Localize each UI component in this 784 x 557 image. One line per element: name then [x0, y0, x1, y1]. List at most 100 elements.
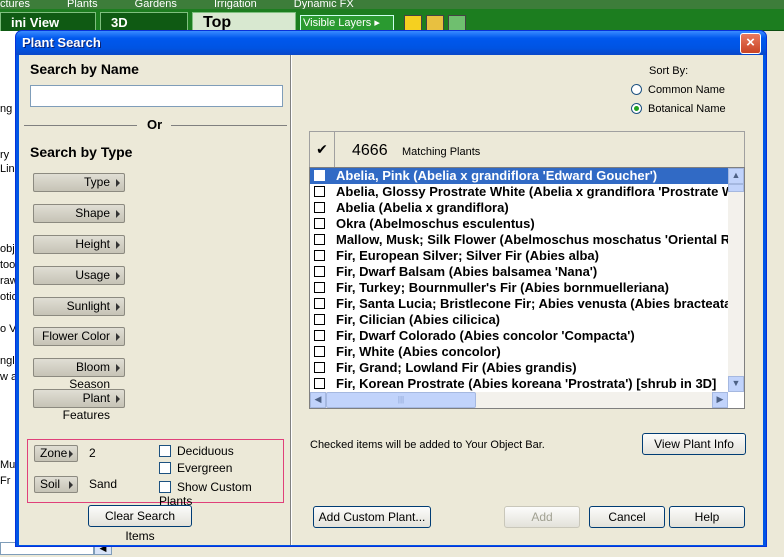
soil-value: Sand — [89, 477, 118, 491]
or-label: Or — [147, 117, 163, 132]
flower-color-button[interactable]: Flower Color — [33, 327, 125, 346]
plant-name: Fir, White (Abies concolor) — [336, 344, 501, 359]
zone-button[interactable]: Zone — [34, 445, 78, 462]
plant-checkbox[interactable] — [314, 234, 325, 245]
plant-list[interactable]: Abelia, Pink (Abelia x grandiflora 'Edwa… — [309, 167, 745, 409]
menu-item[interactable]: Irrigation — [214, 0, 257, 9]
clear-search-items-button[interactable]: Clear Search Items — [88, 505, 192, 543]
scroll-down-icon[interactable]: ▼ — [728, 376, 744, 392]
chevron-right-icon — [116, 241, 120, 249]
bg-text-fragment: Lin — [0, 163, 15, 175]
tab-mini-view[interactable]: ini View — [0, 12, 96, 31]
plant-name: Fir, Grand; Lowland Fir (Abies grandis) — [336, 360, 577, 375]
height-button-label: Height — [75, 237, 110, 251]
menu-item[interactable]: Plants — [67, 0, 98, 9]
plant-search-dialog: Plant Search × Search by Name Or Search … — [15, 30, 767, 547]
plant-checkbox[interactable] — [314, 186, 325, 197]
deciduous-checkbox-row[interactable]: Deciduous — [159, 444, 234, 458]
chevron-right-icon — [116, 272, 120, 280]
view-plant-info-button[interactable]: View Plant Info — [642, 433, 746, 455]
bloom-season-button[interactable]: Bloom Season — [33, 358, 125, 391]
visible-layers-dropdown[interactable]: Visible Layers ▸ — [300, 15, 394, 31]
plant-list-item[interactable]: Fir, Grand; Lowland Fir (Abies grandis) — [310, 360, 730, 376]
plant-features-button-label: Plant Features — [62, 391, 110, 422]
close-button[interactable]: × — [740, 33, 761, 54]
plant-checkbox[interactable] — [314, 218, 325, 229]
plant-checkbox[interactable] — [314, 330, 325, 341]
plant-checkbox[interactable] — [314, 250, 325, 261]
sort-botanical-name-radio[interactable] — [631, 103, 642, 114]
menu-item[interactable]: Gardens — [135, 0, 177, 9]
help-button[interactable]: Help — [669, 506, 745, 528]
soil-button-label: Soil — [40, 477, 61, 491]
type-button[interactable]: Type — [33, 173, 125, 192]
menu-item[interactable]: ctures — [0, 0, 30, 9]
dialog-titlebar[interactable]: Plant Search × — [16, 31, 766, 55]
chevron-right-icon — [116, 333, 120, 341]
plant-list-item[interactable]: Abelia, Pink (Abelia x grandiflora 'Edwa… — [310, 168, 730, 184]
shape-button[interactable]: Shape — [33, 204, 125, 223]
evergreen-checkbox-row[interactable]: Evergreen — [159, 461, 232, 475]
deciduous-checkbox[interactable] — [159, 445, 171, 457]
plant-list-item[interactable]: Fir, Dwarf Balsam (Abies balsamea 'Nana'… — [310, 264, 730, 280]
yellow-tool-icon[interactable] — [404, 15, 422, 31]
sort-common-name-radio[interactable] — [631, 84, 642, 95]
show-custom-plants-checkbox-row[interactable]: Show Custom Plants — [159, 480, 283, 508]
evergreen-checkbox[interactable] — [159, 462, 171, 474]
plant-list-item[interactable]: Fir, European Silver; Silver Fir (Abies … — [310, 248, 730, 264]
plant-list-item[interactable]: Fir, White (Abies concolor) — [310, 344, 730, 360]
scroll-up-icon[interactable]: ▲ — [728, 168, 744, 184]
plant-list-item[interactable]: Fir, Cilician (Abies cilicica) — [310, 312, 730, 328]
plant-name-input[interactable] — [30, 85, 283, 107]
flower-color-button-label: Flower Color — [41, 329, 110, 343]
plant-checkbox[interactable] — [314, 202, 325, 213]
plant-checkbox[interactable] — [314, 346, 325, 357]
plant-list-item[interactable]: Abelia, Glossy Prostrate White (Abelia x… — [310, 184, 730, 200]
plant-name: Abelia, Glossy Prostrate White (Abelia x… — [336, 184, 730, 199]
background-toolbar: ini View 3D Top Visible Layers ▸ — [0, 9, 784, 31]
vertical-scrollbar[interactable]: ▲ ▼ — [728, 168, 744, 392]
tab-top[interactable]: Top — [192, 12, 296, 31]
plant-list-item[interactable]: Fir, Dwarf Colorado (Abies concolor 'Com… — [310, 328, 730, 344]
scroll-right-icon[interactable]: ▶ — [712, 392, 728, 408]
check-all-icon[interactable]: ✔ — [310, 132, 335, 167]
add-custom-plant-button[interactable]: Add Custom Plant... — [313, 506, 431, 528]
plant-checkbox[interactable] — [314, 314, 325, 325]
add-button[interactable]: Add — [504, 506, 580, 528]
plant-checkbox[interactable] — [314, 282, 325, 293]
plant-checkbox[interactable] — [314, 266, 325, 277]
vertical-scroll-thumb[interactable] — [728, 184, 744, 192]
plant-list-item[interactable]: Okra (Abelmoschus esculentus) — [310, 216, 730, 232]
usage-button[interactable]: Usage — [33, 266, 125, 285]
plant-list-item[interactable]: Abelia (Abelia x grandiflora) — [310, 200, 730, 216]
plant-list-item[interactable]: Fir, Santa Lucia; Bristlecone Fir; Abies… — [310, 296, 730, 312]
plant-checkbox[interactable] — [314, 170, 325, 181]
show-custom-plants-checkbox[interactable] — [159, 481, 171, 493]
horizontal-scroll-thumb[interactable]: ||| — [326, 392, 476, 408]
bg-text-fragment: Fr — [0, 475, 11, 487]
plant-checkbox[interactable] — [314, 298, 325, 309]
divider — [171, 125, 287, 126]
sort-botanical-name-option[interactable]: Botanical Name — [631, 103, 726, 116]
plant-checkbox[interactable] — [314, 378, 325, 389]
soil-button[interactable]: Soil — [34, 476, 78, 493]
dialog-title: Plant Search — [22, 35, 101, 50]
select-tool-icon[interactable] — [448, 15, 466, 31]
plant-features-button[interactable]: Plant Features — [33, 389, 125, 422]
cancel-button[interactable]: Cancel — [589, 506, 665, 528]
plant-name: Fir, Santa Lucia; Bristlecone Fir; Abies… — [336, 296, 730, 311]
tab-3d[interactable]: 3D — [100, 12, 188, 31]
dialog-body: Search by Name Or Search by Type Type Sh… — [19, 55, 763, 545]
plant-list-item[interactable]: Mallow, Musk; Silk Flower (Abelmoschus m… — [310, 232, 730, 248]
scroll-left-icon[interactable]: ◀ — [310, 392, 326, 408]
sunlight-button[interactable]: Sunlight — [33, 297, 125, 316]
plant-list-item[interactable]: Fir, Turkey; Bournmuller's Fir (Abies bo… — [310, 280, 730, 296]
horizontal-scrollbar[interactable]: ◀ ||| ▶ — [310, 392, 728, 408]
menu-item[interactable]: Dynamic FX — [294, 0, 354, 9]
height-button[interactable]: Height — [33, 235, 125, 254]
plant-checkbox[interactable] — [314, 362, 325, 373]
grid-tool-icon[interactable] — [426, 15, 444, 31]
plant-name: Fir, Turkey; Bournmuller's Fir (Abies bo… — [336, 280, 669, 295]
sort-common-name-option[interactable]: Common Name — [631, 84, 725, 97]
plant-list-item[interactable]: Fir, Korean Prostrate (Abies koreana 'Pr… — [310, 376, 730, 392]
